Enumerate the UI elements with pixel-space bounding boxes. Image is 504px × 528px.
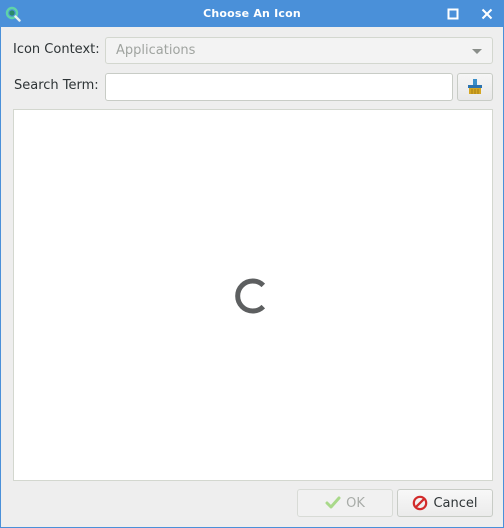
search-input[interactable] bbox=[105, 73, 453, 101]
icon-context-label: Icon Context: bbox=[13, 42, 100, 57]
icon-view[interactable] bbox=[13, 109, 493, 481]
chevron-down-icon bbox=[472, 49, 482, 54]
choose-icon-dialog: Choose An Icon Icon Context: Application… bbox=[0, 0, 504, 528]
maximize-icon bbox=[447, 8, 459, 20]
spinner-icon bbox=[235, 278, 266, 314]
checkmark-icon bbox=[325, 496, 341, 509]
maximize-button[interactable] bbox=[443, 4, 463, 24]
cancel-icon bbox=[413, 495, 428, 511]
title-bar[interactable]: Choose An Icon bbox=[1, 1, 503, 27]
cancel-button[interactable]: Cancel bbox=[397, 489, 493, 517]
edit-clear-icon bbox=[468, 79, 482, 94]
ok-label: OK bbox=[346, 495, 365, 511]
close-button[interactable] bbox=[477, 4, 497, 24]
window-title: Choose An Icon bbox=[203, 7, 301, 20]
icon-context-select[interactable]: Applications bbox=[105, 37, 493, 64]
ok-button[interactable]: OK bbox=[297, 489, 393, 517]
cancel-label: Cancel bbox=[433, 495, 478, 511]
icon-context-value: Applications bbox=[116, 43, 196, 58]
search-term-label: Search Term: bbox=[14, 78, 99, 93]
clear-search-button[interactable] bbox=[457, 73, 493, 101]
close-icon bbox=[481, 8, 493, 20]
